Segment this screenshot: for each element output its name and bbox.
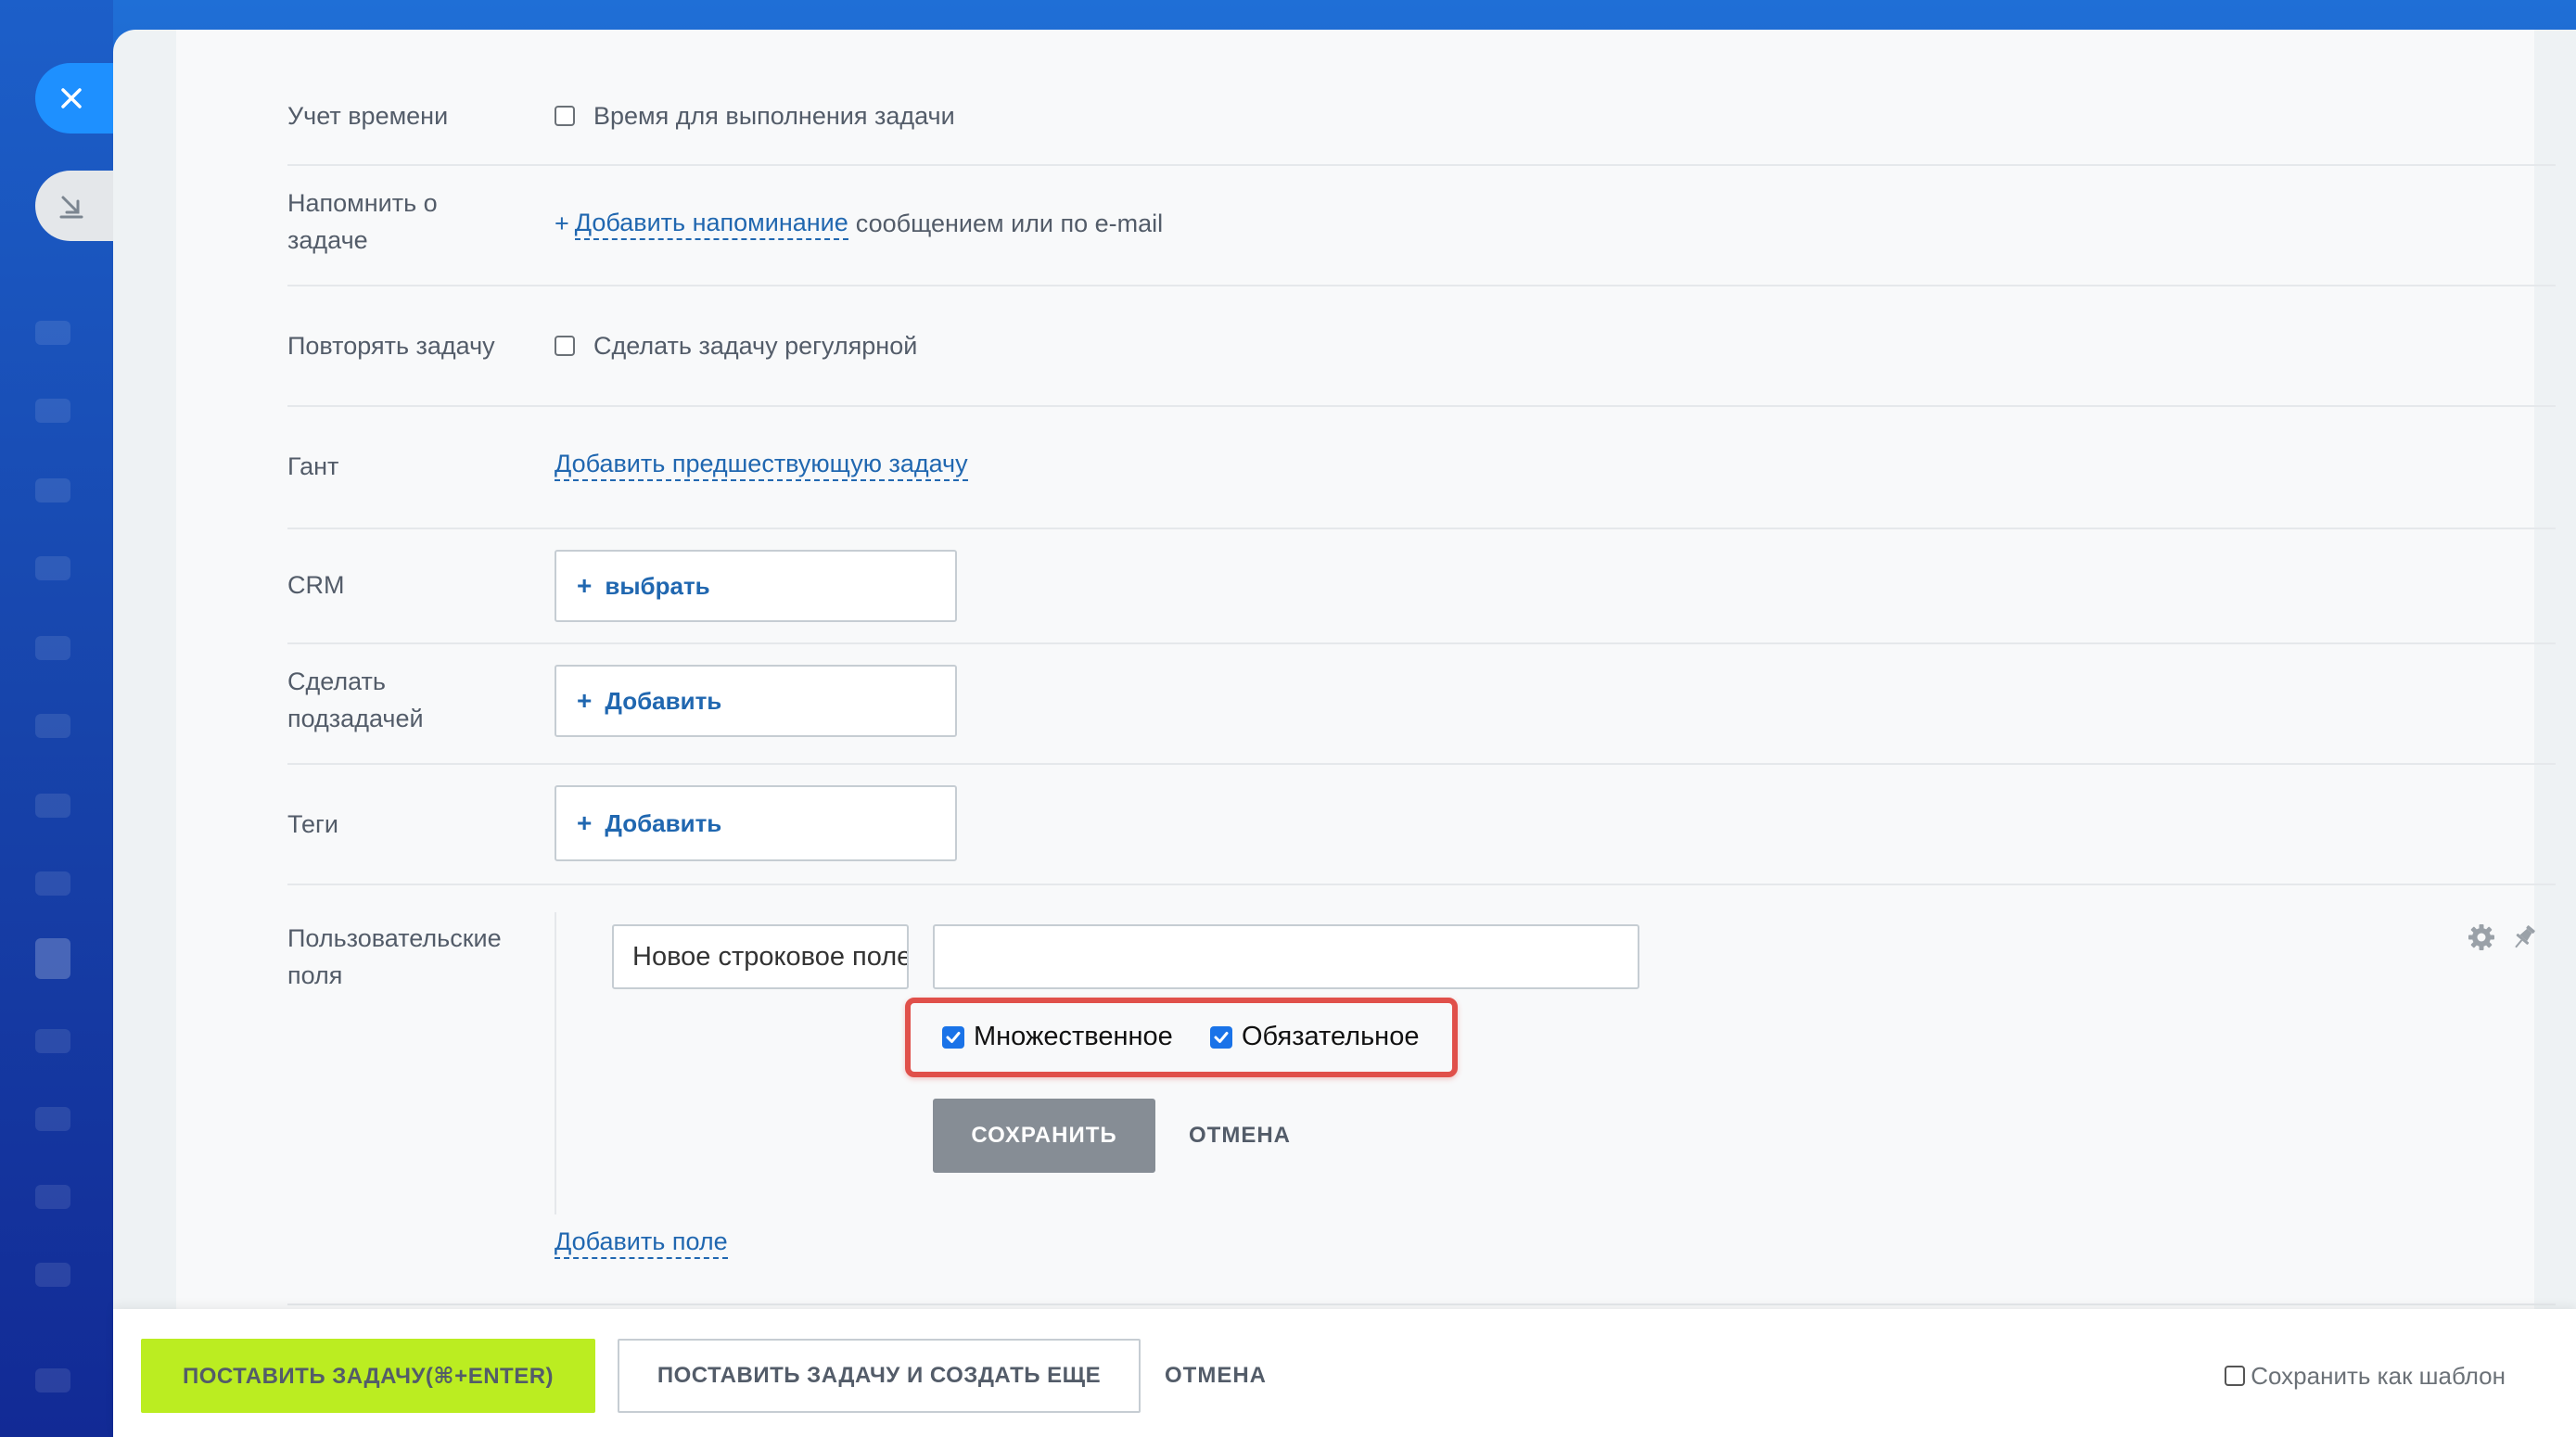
create-task-button[interactable]: ПОСТАВИТЬ ЗАДАЧУ(⌘+ENTER) bbox=[141, 1339, 595, 1413]
sidebar-icon bbox=[35, 1263, 70, 1287]
row-label: Гант bbox=[287, 452, 339, 480]
multiple-option[interactable]: Множественное bbox=[942, 1022, 1173, 1052]
add-parent-task-button[interactable]: + Добавить bbox=[555, 665, 957, 737]
section-divider bbox=[287, 1303, 2556, 1305]
checkbox-label: Множественное bbox=[974, 1022, 1173, 1051]
add-field-link[interactable]: Добавить поле bbox=[555, 1226, 728, 1259]
row-label: Теги bbox=[287, 810, 338, 838]
field-options-highlight: Множественное Обязательное bbox=[905, 998, 1458, 1077]
create-and-new-button[interactable]: ПОСТАВИТЬ ЗАДАЧУ И СОЗДАТЬ ЕЩЕ bbox=[618, 1339, 1141, 1413]
add-field-content: Добавить поле bbox=[555, 1226, 728, 1259]
sidebar-icon bbox=[35, 794, 70, 818]
crm-select-button[interactable]: + выбрать bbox=[555, 550, 957, 622]
save-field-button[interactable]: СОХРАНИТЬ bbox=[933, 1099, 1155, 1173]
row-subtask: Сделать подзадачей + Добавить bbox=[287, 644, 2556, 765]
custom-field-value-input[interactable] bbox=[933, 924, 1639, 989]
checkbox-label: Время для выполнения задачи bbox=[593, 102, 955, 130]
sidebar-icon bbox=[35, 871, 70, 896]
save-as-template-option[interactable]: Сохранить как шаблон bbox=[2225, 1339, 2506, 1413]
label-line: задаче bbox=[287, 226, 368, 254]
form-body: Учет времени Время для выполнения задачи… bbox=[176, 30, 2556, 1309]
close-slider-button[interactable] bbox=[35, 63, 113, 134]
reminder-suffix: сообщением или по e-mail bbox=[855, 210, 1164, 237]
sidebar-icon bbox=[35, 399, 70, 423]
row-reminder: Напомнить о задаче + Добавить напоминани… bbox=[287, 166, 2556, 286]
sidebar-icon bbox=[35, 478, 70, 502]
checkmark-icon bbox=[946, 1031, 961, 1043]
row-tags: Теги + Добавить bbox=[287, 765, 2556, 885]
sidebar-icon bbox=[35, 1029, 70, 1053]
gear-icon[interactable] bbox=[2467, 922, 2496, 952]
sidebar-icon bbox=[35, 556, 70, 580]
row-time-tracking: Учет времени Время для выполнения задачи bbox=[287, 44, 2556, 166]
custom-field-name-input[interactable]: Новое строковое поле bbox=[612, 924, 909, 989]
row-label: Повторять задачу bbox=[287, 332, 495, 360]
minimize-slider-button[interactable] bbox=[35, 171, 113, 241]
label-line: поля bbox=[287, 961, 343, 989]
cancel-button[interactable]: ОТМЕНА bbox=[1165, 1339, 1267, 1413]
plus-icon: + bbox=[577, 686, 593, 715]
row-repeat: Повторять задачу Сделать задачу регулярн… bbox=[287, 286, 2556, 407]
task-form-panel: Учет времени Время для выполнения задачи… bbox=[113, 30, 2576, 1437]
button-label: Добавить bbox=[605, 808, 722, 837]
add-tag-button[interactable]: + Добавить bbox=[555, 785, 957, 861]
label-line: Напомнить о bbox=[287, 189, 438, 217]
plus-icon: + bbox=[577, 571, 593, 600]
row-label: Сделать подзадачей bbox=[287, 663, 424, 737]
row-gantt: Гант Добавить предшествующую задачу bbox=[287, 407, 2556, 529]
checkbox-label: Обязательное bbox=[1242, 1022, 1420, 1051]
pin-icon[interactable] bbox=[2509, 922, 2539, 952]
sidebar-icon bbox=[35, 1107, 70, 1131]
close-icon bbox=[61, 88, 82, 108]
add-reminder-link[interactable]: Добавить напоминание bbox=[574, 207, 848, 240]
label-line: Пользовательские bbox=[287, 924, 502, 952]
arrow-down-right-icon bbox=[59, 196, 83, 219]
checkbox-label: Сделать задачу регулярной bbox=[593, 332, 918, 360]
label-line: Сделать bbox=[287, 668, 386, 695]
repeat-checkbox[interactable] bbox=[555, 336, 575, 356]
add-predecessor-link[interactable]: Добавить предшествующую задачу bbox=[555, 448, 968, 481]
sidebar-icon bbox=[35, 321, 70, 345]
reminder-content: + Добавить напоминание сообщением или по… bbox=[555, 205, 1163, 242]
required-checkbox[interactable] bbox=[1210, 1025, 1232, 1049]
row-crm: CRM + выбрать bbox=[287, 529, 2556, 644]
row-label: Учет времени bbox=[287, 102, 449, 130]
gantt-content: Добавить предшествующую задачу bbox=[555, 448, 968, 481]
sidebar-icon bbox=[35, 1185, 70, 1209]
sidebar-icon bbox=[35, 938, 70, 979]
custom-fields-label: Пользовательские поля bbox=[287, 920, 502, 994]
plus-icon: + bbox=[555, 210, 569, 237]
checkbox-label: Сохранить как шаблон bbox=[2251, 1361, 2506, 1390]
save-as-template-checkbox[interactable] bbox=[2225, 1366, 2246, 1386]
sidebar-icon bbox=[35, 714, 70, 738]
required-option[interactable]: Обязательное bbox=[1210, 1022, 1419, 1052]
repeat-option[interactable]: Сделать задачу регулярной bbox=[555, 327, 917, 364]
checkmark-icon bbox=[1214, 1031, 1229, 1043]
sidebar-icon bbox=[35, 636, 70, 660]
row-label: Напомнить о задаче bbox=[287, 184, 438, 259]
custom-fields-divider bbox=[555, 912, 556, 1214]
label-line: подзадачей bbox=[287, 705, 424, 732]
time-tracking-option[interactable]: Время для выполнения задачи bbox=[555, 97, 955, 134]
multiple-checkbox[interactable] bbox=[942, 1025, 964, 1049]
row-label: CRM bbox=[287, 571, 345, 599]
form-footer: ПОСТАВИТЬ ЗАДАЧУ(⌘+ENTER) ПОСТАВИТЬ ЗАДА… bbox=[113, 1309, 2576, 1437]
time-tracking-checkbox[interactable] bbox=[555, 106, 575, 126]
sidebar-icon bbox=[35, 1368, 70, 1392]
button-label: Добавить bbox=[605, 686, 722, 715]
cancel-field-button[interactable]: ОТМЕНА bbox=[1189, 1099, 1291, 1173]
plus-icon: + bbox=[577, 808, 593, 837]
button-label: выбрать bbox=[605, 571, 710, 600]
